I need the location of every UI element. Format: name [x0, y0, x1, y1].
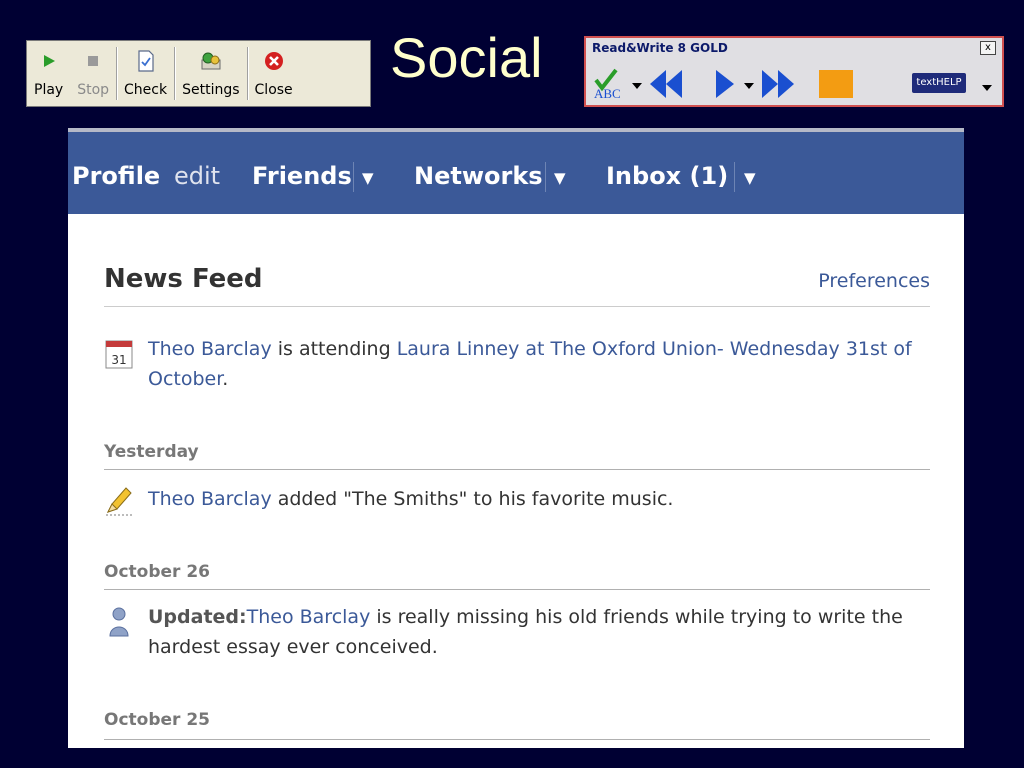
rewind-icon — [650, 70, 682, 98]
check-label: Check — [124, 82, 168, 98]
inbox-dropdown-icon[interactable]: ▼ — [744, 169, 756, 187]
spell-check-button[interactable]: ABC — [592, 66, 626, 104]
divider — [104, 306, 930, 307]
readwrite-close-button[interactable]: x — [980, 41, 996, 55]
news-feed-title: News Feed — [104, 264, 263, 294]
rewind-button[interactable] — [648, 68, 686, 104]
settings-button[interactable]: Settings — [175, 41, 246, 106]
entry-suffix: . — [222, 368, 229, 390]
preferences-link[interactable]: Preferences — [818, 270, 930, 292]
stop-button[interactable]: Stop — [70, 41, 116, 106]
feed-entry-event: Theo Barclay is attending Laura Linney a… — [148, 334, 928, 394]
play-label: Play — [34, 82, 64, 98]
entry-text: is attending — [271, 338, 397, 360]
stop-label: Stop — [77, 82, 110, 98]
date-group-label: October 26 — [104, 562, 210, 582]
close-button[interactable]: Close — [248, 41, 300, 106]
spell-dropdown-arrow[interactable] — [632, 76, 642, 95]
updated-label: Updated: — [148, 606, 247, 628]
calendar-day: 31 — [111, 353, 126, 367]
pencil-icon — [104, 482, 134, 522]
date-group-label: Yesterday — [104, 442, 199, 462]
play-dropdown-arrow[interactable] — [744, 76, 754, 95]
divider — [104, 589, 930, 590]
fast-forward-button[interactable] — [760, 68, 798, 104]
dropdown-arrow-icon — [632, 83, 642, 89]
nav-inbox[interactable]: Inbox (1) — [606, 164, 728, 188]
check-button[interactable]: Check — [117, 41, 174, 106]
facebook-panel: Profile edit Friends ▼ Networks ▼ Inbox … — [68, 128, 964, 748]
nav-profile-edit[interactable]: edit — [174, 164, 220, 188]
readwrite-buttons: ABC textHELP — [592, 64, 996, 102]
readwrite-toolbar: Read&Write 8 GOLD x ABC textHELP — [584, 36, 1004, 107]
nav-separator — [353, 162, 354, 192]
playback-toolbar: Play Stop Check Settings Close — [26, 40, 371, 107]
actor-link[interactable]: Theo Barclay — [247, 606, 371, 628]
highlight-button[interactable] — [818, 68, 854, 104]
actor-link[interactable]: Theo Barclay — [148, 488, 272, 510]
nav-separator — [545, 162, 546, 192]
calendar-icon: 31 — [104, 338, 134, 374]
logo-dropdown-arrow[interactable] — [982, 78, 992, 97]
feed-entry-music: Theo Barclay added "The Smiths" to his f… — [148, 484, 928, 514]
play-speech-button[interactable] — [714, 68, 736, 104]
close-icon — [263, 50, 285, 72]
nav-separator — [734, 162, 735, 192]
settings-icon — [200, 50, 222, 72]
close-label: Close — [254, 82, 293, 98]
play-icon — [38, 50, 60, 72]
settings-label: Settings — [182, 82, 240, 98]
entry-text: added "The Smiths" to his favorite music… — [271, 488, 674, 510]
date-group-label: October 25 — [104, 710, 210, 730]
nav-networks[interactable]: Networks — [414, 164, 543, 188]
play-button[interactable]: Play — [27, 41, 70, 106]
networks-dropdown-icon[interactable]: ▼ — [554, 169, 566, 187]
spell-check-icon: ABC — [594, 68, 621, 101]
check-document-icon — [135, 50, 157, 72]
divider — [104, 469, 930, 470]
person-icon — [104, 604, 134, 642]
top-nav-bar: Profile edit Friends ▼ Networks ▼ Inbox … — [68, 128, 964, 214]
stop-icon — [82, 50, 104, 72]
fast-forward-icon — [762, 70, 794, 98]
friends-dropdown-icon[interactable]: ▼ — [362, 169, 374, 187]
highlight-icon — [819, 70, 853, 98]
dropdown-arrow-icon — [744, 83, 754, 89]
nav-friends[interactable]: Friends — [252, 164, 352, 188]
nav-profile[interactable]: Profile — [72, 164, 160, 188]
play-speech-icon — [716, 70, 734, 98]
dropdown-arrow-icon — [982, 85, 992, 91]
feed-entry-status: Updated:Theo Barclay is really missing h… — [148, 602, 928, 662]
slide-title: Social — [390, 26, 543, 89]
spell-check-text: ABC — [594, 86, 621, 100]
texthelp-logo[interactable]: textHELP — [912, 73, 966, 93]
readwrite-title: Read&Write 8 GOLD — [592, 41, 728, 55]
divider — [104, 739, 930, 740]
actor-link[interactable]: Theo Barclay — [148, 338, 272, 360]
